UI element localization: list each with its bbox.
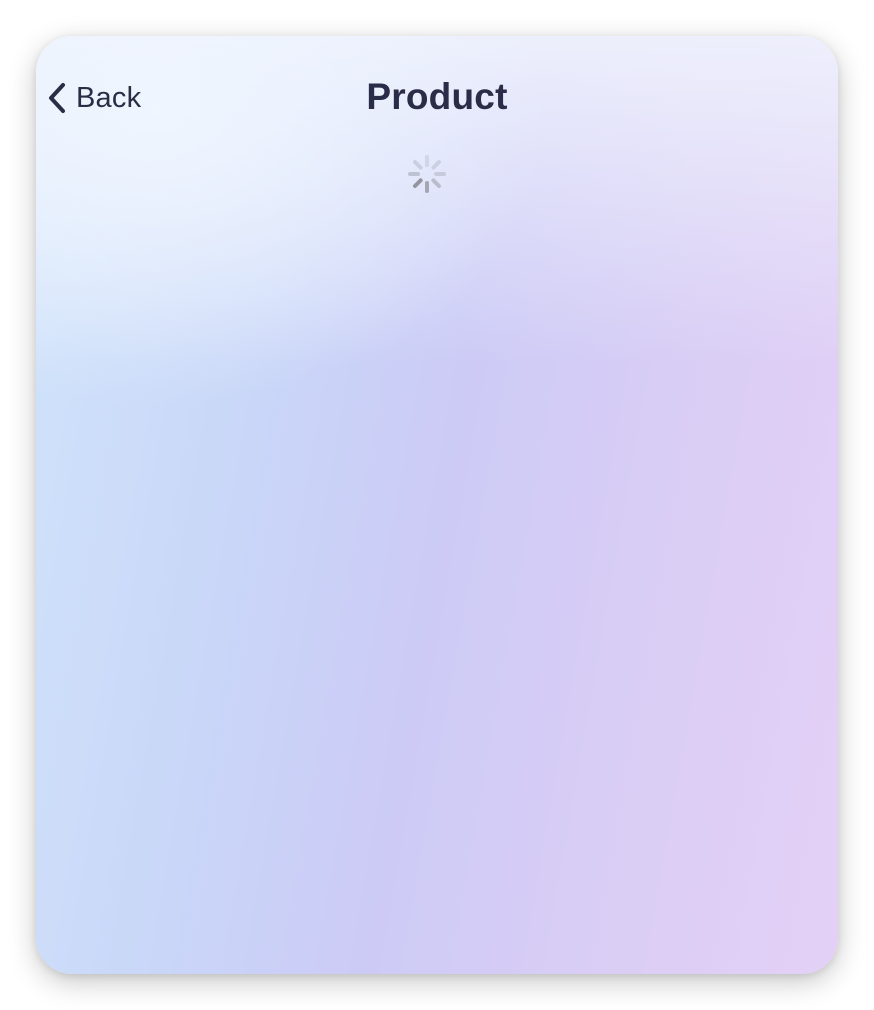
screen-backdrop: Back Product (0, 0, 874, 1010)
loading-spinner-icon (407, 154, 447, 194)
product-screen: Back Product (36, 36, 838, 974)
navigation-bar: Back Product (36, 36, 838, 160)
page-title: Product (366, 76, 508, 117)
